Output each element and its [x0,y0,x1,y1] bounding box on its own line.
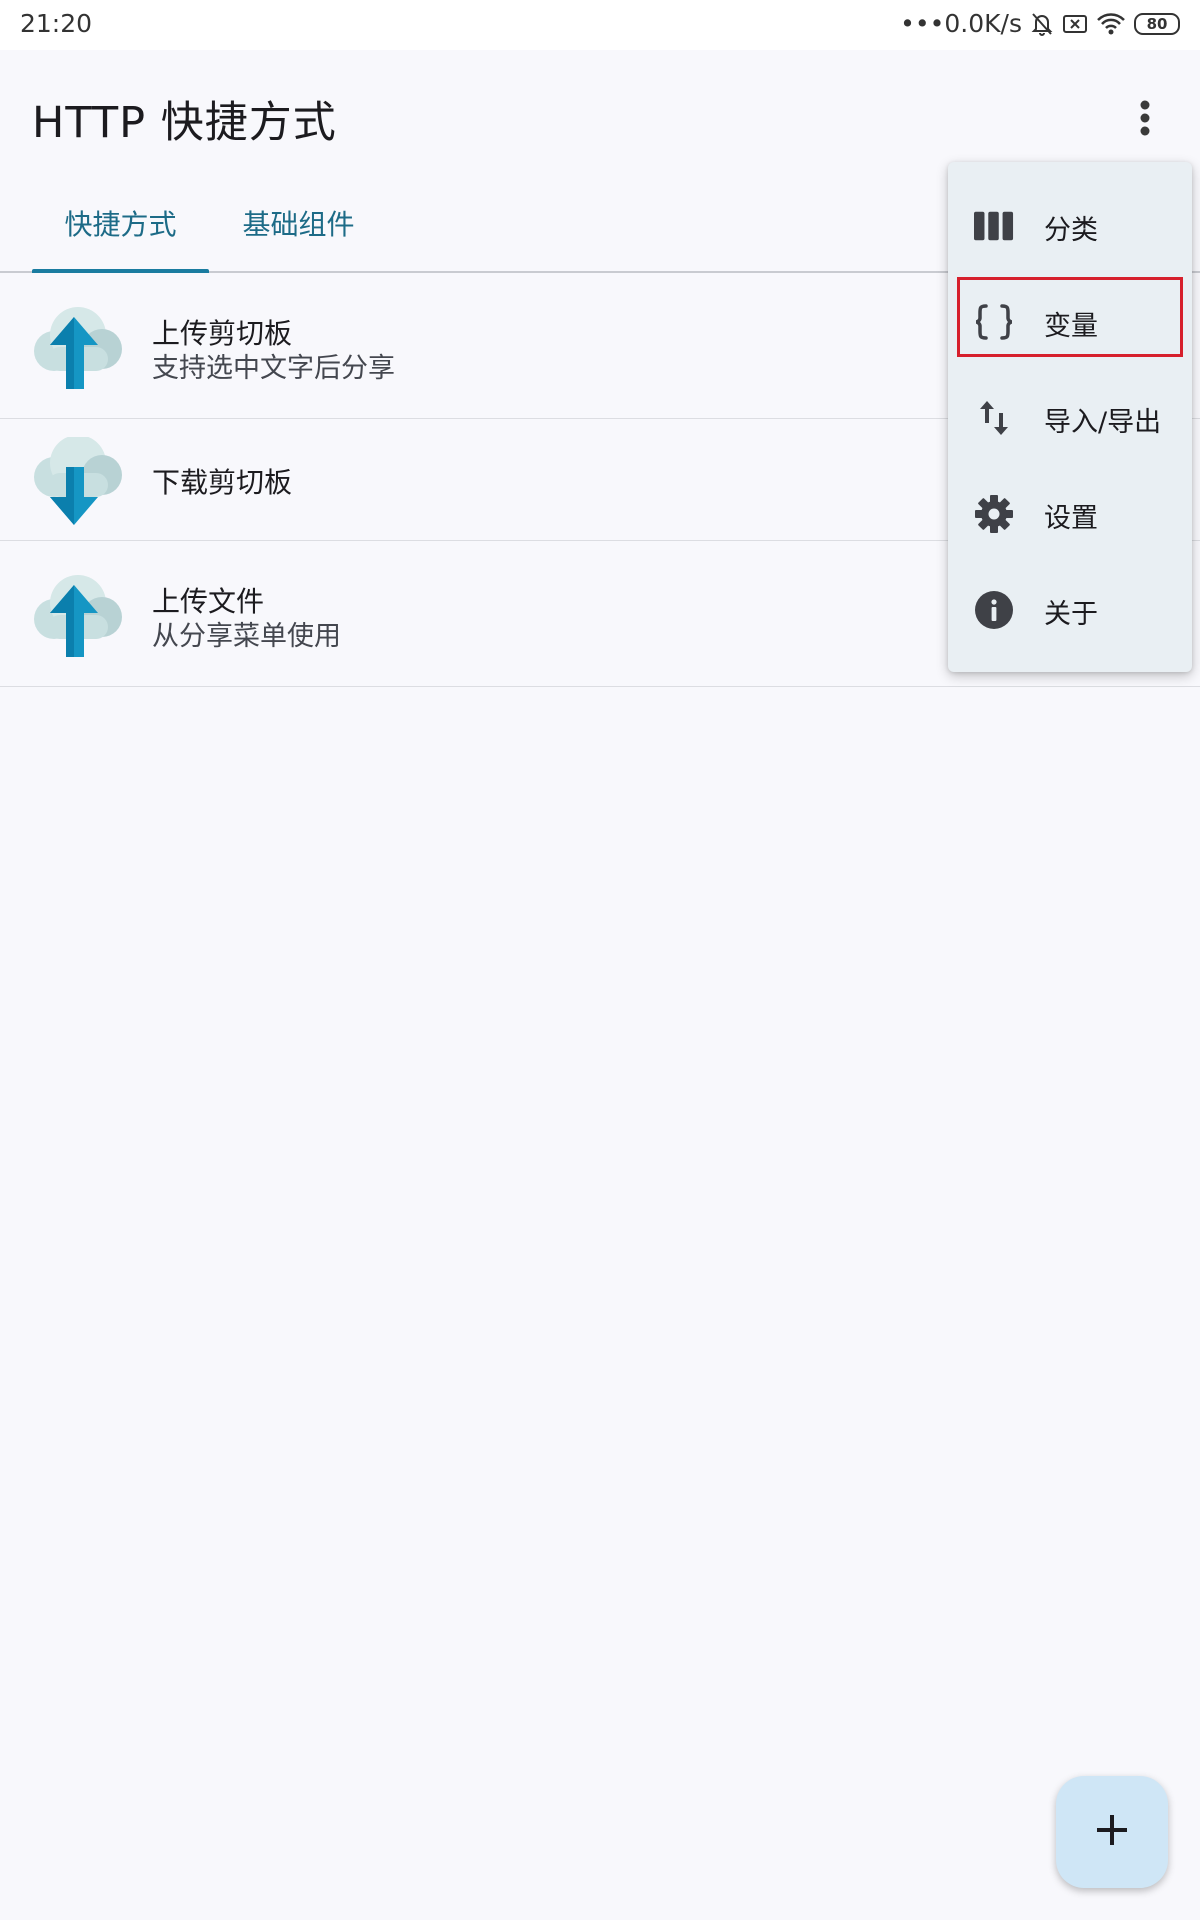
tab-shortcuts[interactable]: 快捷方式 [32,175,209,271]
sim-blocked-icon [1062,13,1088,35]
cloud-upload-icon [28,571,124,661]
menu-item-variables[interactable]: 变量 [948,272,1192,368]
network-speed: •••0.0K/s [900,9,1022,38]
categories-icon [974,206,1014,246]
add-shortcut-button[interactable] [1056,1776,1168,1888]
battery-icon: 80 [1134,12,1180,35]
status-bar: 21:20 •••0.0K/s 80 [0,0,1200,50]
wifi-icon [1096,12,1126,36]
mute-bell-icon [1030,11,1054,37]
cloud-upload-icon [28,303,124,393]
menu-item-import-export[interactable]: 导入/导出 [948,368,1192,464]
tab-components[interactable]: 基础组件 [210,175,387,271]
menu-item-label: 导入/导出 [1044,407,1162,438]
menu-item-label: 分类 [1044,215,1098,246]
tab-label: 快捷方式 [64,208,177,241]
plus-icon [1095,1813,1129,1851]
overflow-menu: 分类 变量 导入/导出 设置 关于 [948,162,1192,672]
more-options-button[interactable] [1120,90,1170,150]
info-icon [974,590,1014,630]
menu-item-label: 关于 [1044,599,1098,630]
more-vert-icon [1139,100,1151,140]
menu-item-label: 设置 [1044,503,1098,534]
menu-item-label: 变量 [1044,311,1098,342]
status-time: 21:20 [20,9,93,38]
curly-braces-icon [974,302,1014,342]
cloud-download-icon [28,435,124,527]
shortcut-title: 下载剪切板 [152,466,293,499]
page-title: HTTP 快捷方式 [32,98,337,148]
status-icons: •••0.0K/s 80 [900,9,1180,38]
shortcut-subtitle: 支持选中文字后分享 [152,353,395,384]
tab-label: 基础组件 [242,208,355,241]
import-export-icon [974,398,1014,438]
shortcut-subtitle: 从分享菜单使用 [152,621,341,652]
gear-icon [974,494,1014,534]
menu-item-categories[interactable]: 分类 [948,176,1192,272]
menu-item-about[interactable]: 关于 [948,560,1192,656]
menu-item-settings[interactable]: 设置 [948,464,1192,560]
